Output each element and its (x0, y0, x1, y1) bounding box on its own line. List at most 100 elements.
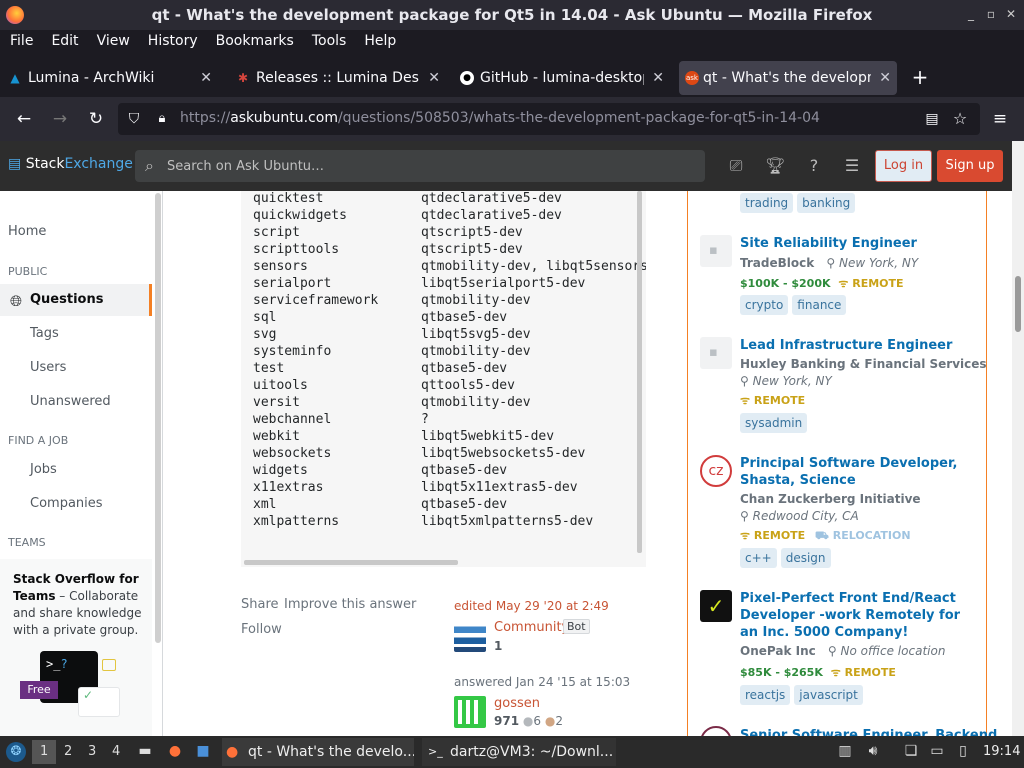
close-tab-icon[interactable]: ✕ (428, 61, 440, 95)
package-name: libqt5svg5-dev (421, 327, 531, 342)
tag-reactjs[interactable]: reactjs (740, 685, 791, 705)
volume-icon[interactable]: 🔊︎ (864, 742, 882, 760)
improve-answer-link[interactable]: Improve this answer (284, 597, 416, 612)
network-icon[interactable]: ▭ (928, 742, 946, 760)
job-title[interactable]: Pixel-Perfect Front End/React Developer … (740, 590, 970, 641)
answered-timestamp[interactable]: answered Jan 24 '15 at 15:03 (454, 675, 630, 689)
page-scrollbar-thumb[interactable] (1015, 276, 1021, 332)
close-window-button[interactable]: ✕ (1004, 7, 1018, 21)
menu-bookmarks[interactable]: Bookmarks (216, 30, 294, 52)
maximize-button[interactable]: ▫ (984, 7, 998, 21)
clipboard-icon[interactable]: ❏ (902, 742, 920, 760)
community-avatar[interactable] (454, 620, 486, 652)
close-tab-icon[interactable]: ✕ (879, 61, 891, 95)
workspace-3[interactable]: 3 (88, 744, 96, 759)
workspace-2[interactable]: 2 (64, 744, 72, 759)
tag-javascript[interactable]: javascript (794, 685, 863, 705)
editor-name[interactable]: Community (494, 620, 569, 635)
shield-icon[interactable]: ⛉ (122, 107, 146, 131)
site-switcher-icon[interactable]: ☰ (842, 156, 862, 176)
hamburger-menu-icon[interactable]: ≡ (988, 107, 1012, 131)
nav-tags[interactable]: Tags (30, 326, 59, 341)
stackexchange-logo[interactable]: ▤ StackExchange (8, 156, 133, 172)
follow-link[interactable]: Follow (241, 622, 282, 637)
page-scrollbar[interactable] (1012, 141, 1024, 736)
start-menu-icon[interactable]: ❂ (6, 742, 26, 762)
nav-jobs[interactable]: Jobs (30, 462, 57, 477)
search-input[interactable] (167, 150, 687, 182)
share-link[interactable]: Share (241, 597, 279, 612)
author-name[interactable]: gossen (494, 696, 540, 711)
remote-icon: ᯤ (740, 394, 751, 407)
tab-github[interactable]: ● GitHub - lumina-desktop/ ✕ (456, 61, 670, 95)
workspace-1[interactable]: 1 (40, 744, 48, 759)
battery-icon[interactable]: ▯ (954, 742, 972, 760)
back-icon[interactable]: ← (12, 107, 36, 131)
sidebar-scrollbar[interactable] (155, 193, 161, 643)
lock-icon[interactable]: 🔒︎ (150, 107, 174, 131)
nav-unanswered[interactable]: Unanswered (30, 394, 111, 409)
help-icon[interactable]: ? (804, 156, 824, 176)
code-line: serialport libqt5serialport5-dev (253, 276, 585, 293)
tab-lumina-releases[interactable]: ✱ Releases :: Lumina Deskt ✕ (232, 61, 446, 95)
gossen-avatar[interactable] (454, 696, 486, 728)
tag-trading[interactable]: trading (740, 193, 794, 213)
nav-companies[interactable]: Companies (30, 496, 103, 511)
taskbar-firefox-window[interactable]: ● qt - What's the develo... (222, 738, 414, 766)
nav-users[interactable]: Users (30, 360, 66, 375)
tag-crypto[interactable]: crypto (740, 295, 789, 315)
job-title[interactable]: Lead Infrastructure Engineer (740, 337, 970, 354)
reload-icon[interactable]: ↻ (84, 107, 108, 131)
edited-timestamp[interactable]: edited May 29 '20 at 2:49 (454, 599, 609, 613)
url-bar[interactable]: ⛉ 🔒︎ https://askubuntu.com/questions/508… (118, 103, 980, 135)
package-name: qtmobility-dev, libqt5sensors (421, 259, 646, 274)
menu-view[interactable]: View (97, 30, 130, 52)
menu-file[interactable]: File (10, 30, 33, 52)
workspace-4[interactable]: 4 (112, 744, 120, 759)
tag-cpp[interactable]: c++ (740, 548, 777, 568)
menu-tools[interactable]: Tools (312, 30, 347, 52)
nav-home[interactable]: Home (8, 224, 46, 239)
tag-sysadmin[interactable]: sysadmin (740, 413, 808, 433)
job-company: OnePak Inc ⚲ No office location (740, 644, 946, 658)
left-sidebar: Home PUBLIC 🌐︎ Questions Tags Users Unan… (0, 191, 163, 736)
tab-askubuntu[interactable]: ask qt - What's the developme ✕ (679, 61, 897, 95)
reader-view-icon[interactable]: ▤ (920, 107, 944, 131)
url-text[interactable]: https://askubuntu.com/questions/508503/w… (180, 110, 820, 126)
login-button[interactable]: Log in (875, 150, 932, 182)
free-badge: Free (20, 681, 58, 699)
code-line: quicktest qtdeclarative5-dev (253, 191, 562, 208)
code-vertical-scrollbar[interactable] (637, 191, 642, 553)
tag-design[interactable]: design (780, 548, 831, 568)
storage-icon[interactable]: ▥ (836, 742, 854, 760)
signup-button[interactable]: Sign up (937, 150, 1003, 182)
code-horizontal-scrollbar[interactable] (244, 560, 458, 565)
code-line: serviceframework qtmobility-dev (253, 293, 531, 310)
bookmark-star-icon[interactable]: ☆ (948, 107, 972, 131)
menu-history[interactable]: History (148, 30, 198, 52)
checkmark-icon: ✓ (78, 687, 120, 717)
trophy-icon[interactable]: 🏆︎ (765, 156, 785, 176)
tag-banking[interactable]: banking (797, 193, 856, 213)
taskbar-terminal-window[interactable]: >_ dartz@VM3: ~/Downl... (422, 738, 616, 766)
new-tab-button[interactable]: + (910, 61, 930, 95)
menu-edit[interactable]: Edit (51, 30, 78, 52)
file-manager-icon[interactable]: ▬ (136, 742, 154, 760)
tag-finance[interactable]: finance (792, 295, 847, 315)
firefox-launcher-icon[interactable]: ● (166, 742, 184, 760)
close-tab-icon[interactable]: ✕ (200, 61, 212, 95)
menu-help[interactable]: Help (364, 30, 396, 52)
tab-archwiki[interactable]: ▲ Lumina - ArchWiki ✕ (4, 61, 218, 95)
close-tab-icon[interactable]: ✕ (652, 61, 664, 95)
nav-questions[interactable]: 🌐︎ Questions (0, 284, 152, 316)
job-title[interactable]: Senior Software Engineer, Backend (740, 727, 997, 736)
desktop-icon[interactable]: ■ (194, 742, 212, 760)
author-stats: 971 ●6 ●2 (494, 714, 563, 728)
package-name: qtdeclarative5-dev (421, 191, 562, 206)
job-title[interactable]: Principal Software Developer, Shasta, Sc… (740, 455, 970, 489)
minimize-button[interactable]: _ (964, 7, 978, 21)
inbox-icon[interactable]: ⎚ (726, 156, 746, 176)
job-title[interactable]: Site Reliability Engineer (740, 235, 970, 252)
forward-icon[interactable]: → (48, 107, 72, 131)
code-line: quickwidgets qtdeclarative5-dev (253, 208, 562, 225)
